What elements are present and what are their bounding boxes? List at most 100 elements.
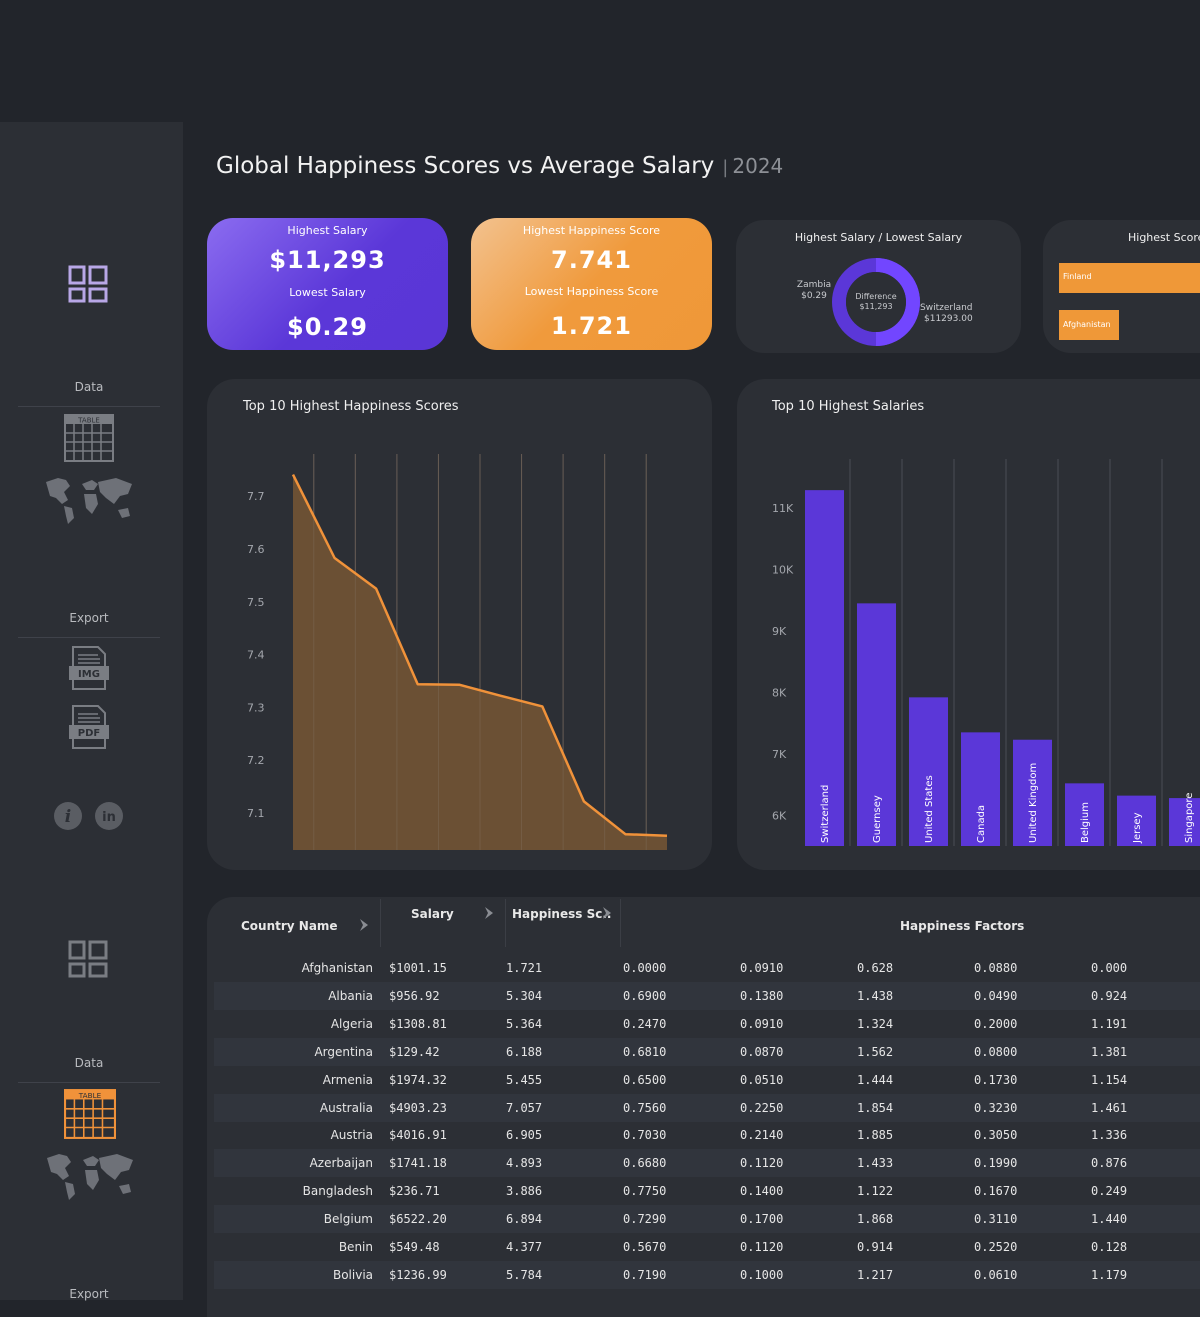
value-cell: 0.1000 (740, 1267, 784, 1282)
country-cell: Belgium (323, 1212, 373, 1227)
lowest-happiness-value: 1.721 (551, 312, 632, 340)
export-pdf-icon[interactable]: PDF (68, 705, 110, 753)
value-cell: 1.217 (857, 1267, 894, 1282)
table-row[interactable]: Albania $956.92 5.304 0.6900 0.1380 1.438 0.04… (214, 981, 1200, 1010)
value-cell: 0.1400 (740, 1184, 784, 1199)
table-row[interactable]: Belgium $6522.20 6.894 0.7290 0.1700 1.868 0.3… (214, 1205, 1200, 1234)
table-row[interactable]: Armenia $1974.32 5.455 0.6500 0.0510 1.444 0.1… (214, 1066, 1200, 1094)
highest-happiness-label: Highest Happiness Score (522, 224, 661, 237)
col-header-country[interactable]: Country Name (241, 919, 338, 933)
value-cell: 0.7290 (623, 1212, 667, 1227)
table-row[interactable]: Afghanistan $1001.15 1.721 0.0000 0.0910 0.62… (214, 954, 1200, 982)
sort-salary-icon[interactable] (483, 906, 495, 920)
value-cell: 0.7190 (623, 1267, 667, 1282)
bar-label: United States (924, 775, 935, 843)
value-cell: 0.1670 (974, 1184, 1018, 1199)
value-cell: 0.1380 (740, 988, 784, 1003)
bar-afghanistan-label: Afghanistan (1063, 320, 1111, 329)
value-cell: 0.6500 (623, 1072, 667, 1087)
donut-title: Highest Salary / Lowest Salary (794, 231, 963, 244)
world-map-icon[interactable] (44, 474, 134, 528)
salary-kpi-card: Highest Salary $11,293 Lowest Salary $0.… (207, 218, 448, 350)
highest-salary-label: Highest Salary (287, 224, 368, 237)
dashboard-grid-icon[interactable] (67, 939, 111, 985)
value-cell: $4903.23 (389, 1100, 447, 1115)
value-cell: 1.324 (857, 1016, 894, 1031)
value-cell: $1741.18 (389, 1156, 447, 1171)
value-cell: 0.0910 (740, 961, 784, 975)
value-cell: $1974.32 (389, 1072, 447, 1087)
value-cell: 0.876 (1091, 1156, 1128, 1171)
value-cell: 0.6900 (623, 988, 667, 1003)
table-row[interactable]: Algeria $1308.81 5.364 0.2470 0.0910 1.324 0.2… (214, 1010, 1200, 1038)
value-cell: 1.868 (857, 1212, 894, 1227)
table-row[interactable]: Azerbaijan $1741.18 4.893 0.6680 0.1120 1.433… (214, 1149, 1200, 1178)
value-cell: 0.6810 (623, 1044, 667, 1059)
table-row[interactable]: Austria $4016.91 6.905 0.7030 0.2140 1.885 0.3… (214, 1121, 1200, 1149)
value-cell: 5.304 (506, 988, 543, 1003)
table-row[interactable]: Argentina $129.42 6.188 0.6810 0.0870 1.562 0.… (214, 1037, 1200, 1066)
value-cell: 0.3050 (974, 1128, 1018, 1143)
value-cell: 1.336 (1091, 1128, 1128, 1143)
donut-center-label: Difference $11,293 (846, 292, 906, 312)
y-tick-label: 7K (772, 748, 787, 761)
linkedin-icon[interactable]: in (94, 801, 124, 835)
dashboard-grid-icon[interactable] (67, 264, 111, 310)
value-cell: 5.455 (506, 1072, 543, 1087)
value-cell: $129.42 (389, 1044, 440, 1059)
svg-text:i: i (65, 807, 71, 827)
bar-label: Guernsey (872, 795, 883, 843)
table-row[interactable]: Benin $549.48 4.377 0.5670 0.1120 0.914 0.2520… (214, 1233, 1200, 1261)
linkedin-text: in (102, 810, 116, 825)
bar-label: Belgium (1080, 802, 1091, 843)
highest-happiness-value: 7.741 (551, 246, 632, 274)
table-icon-active[interactable]: TABLE (64, 1089, 116, 1143)
value-cell: 1.444 (857, 1072, 894, 1087)
title-separator: | (722, 157, 729, 178)
bar-label: Switzerland (820, 785, 831, 843)
sort-happiness-icon[interactable] (601, 906, 613, 920)
value-cell: 6.894 (506, 1212, 543, 1227)
lowest-salary-label: Lowest Salary (289, 286, 366, 299)
value-cell: 0.2470 (623, 1016, 667, 1031)
donut-center-value: $11,293 (859, 302, 893, 311)
bar-afghanistan: Afghanistan (1059, 310, 1119, 340)
country-cell: Benin (338, 1240, 373, 1254)
score-bars-panel: Highest Score ... Finland Afghanistan (1043, 220, 1200, 353)
table-icon[interactable]: TABLE (64, 414, 114, 466)
world-map-icon[interactable] (45, 1150, 135, 1204)
value-cell: 0.1990 (974, 1156, 1018, 1171)
lowest-salary-value: $0.29 (287, 313, 368, 341)
sidebar-export-label: Export (69, 1287, 109, 1301)
sidebar-divider (18, 406, 160, 407)
value-cell: 0.2000 (974, 1016, 1018, 1031)
info-icon[interactable]: i (53, 801, 83, 835)
bar-label: Canada (976, 805, 987, 843)
bar-label: Singapore (1184, 793, 1195, 843)
value-cell: $1236.99 (389, 1267, 447, 1282)
table-row[interactable]: Bolivia $1236.99 5.784 0.7190 0.1000 1.217 0.0… (214, 1260, 1200, 1289)
y-tick-label: 7.1 (247, 807, 265, 820)
donut-left-value: $0.29 (801, 291, 827, 301)
img-label: IMG (78, 669, 100, 680)
col-header-salary[interactable]: Salary (411, 907, 454, 921)
export-img-icon[interactable]: IMG (68, 646, 110, 694)
value-cell: 0.924 (1091, 988, 1128, 1003)
y-tick-label: 7.5 (247, 596, 265, 609)
table-row[interactable]: Australia $4903.23 7.057 0.7560 0.2250 1.854 0… (214, 1093, 1200, 1122)
bar-finland-label: Finland (1063, 272, 1092, 281)
col-header-happiness[interactable]: Happiness Sc.. (512, 907, 611, 921)
value-cell: 1.179 (1091, 1267, 1128, 1282)
value-cell: 1.461 (1091, 1100, 1128, 1115)
y-tick-label: 6K (772, 809, 787, 822)
happiness-kpi-card: Highest Happiness Score 7.741 Lowest Hap… (471, 218, 712, 350)
col-header-factors: Happiness Factors (900, 919, 1025, 933)
value-cell: 6.905 (506, 1128, 543, 1143)
page-title: Global Happiness Scores vs Average Salar… (216, 153, 783, 179)
score-bars-title: Highest Score ... (1128, 231, 1200, 244)
value-cell: $236.71 (389, 1184, 440, 1199)
value-cell: 1.562 (857, 1044, 894, 1059)
sort-country-icon[interactable] (358, 918, 370, 932)
donut-right-name: Switzerland (920, 303, 973, 313)
table-row[interactable]: Bangladesh $236.71 3.886 0.7750 0.1400 1.122 0… (214, 1177, 1200, 1205)
